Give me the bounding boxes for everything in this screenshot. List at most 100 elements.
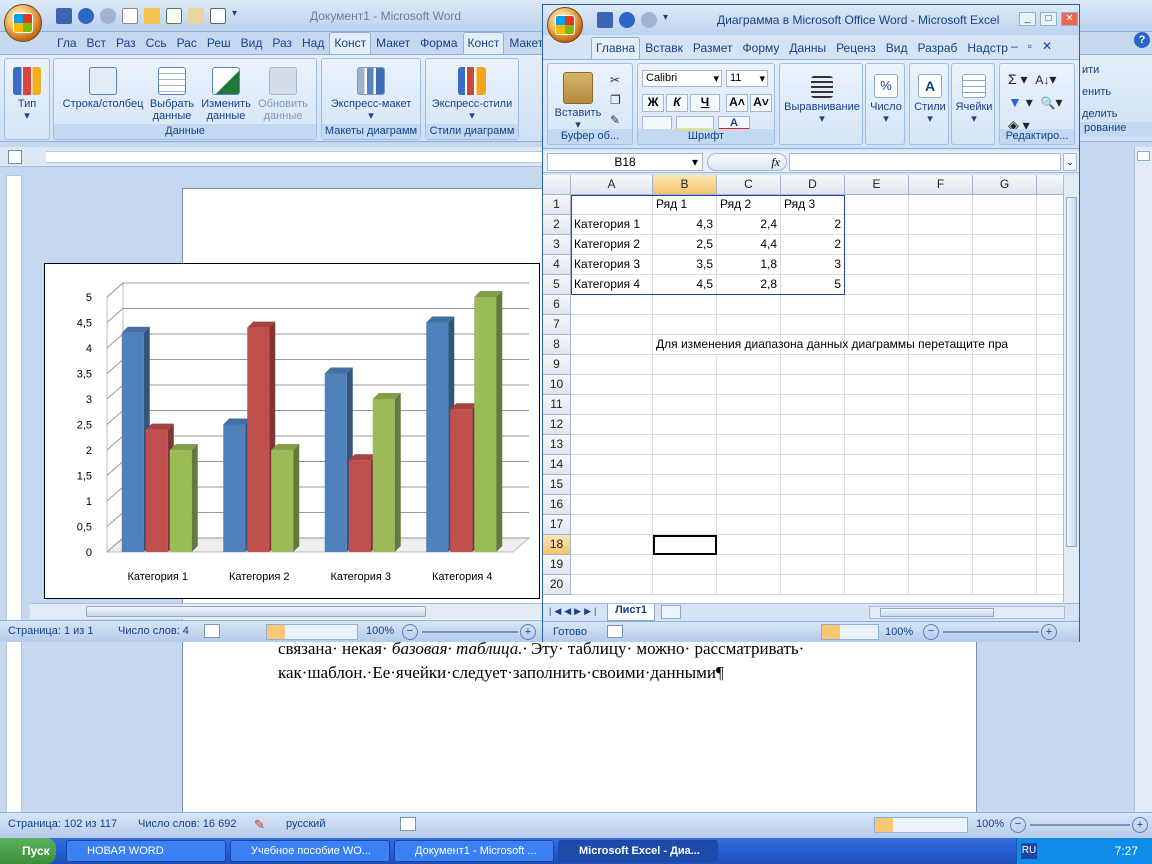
cell-D9[interactable] [781, 355, 845, 375]
cell-G11[interactable] [973, 395, 1037, 415]
workbook-close-icon[interactable]: ✕ [1042, 39, 1052, 53]
excel-save-icon[interactable] [597, 12, 613, 28]
cell-filler[interactable] [1037, 375, 1063, 395]
cell-B13[interactable] [653, 435, 717, 455]
row-header-2[interactable]: 2 [543, 215, 571, 235]
zoom-in-icon[interactable]: + [1132, 817, 1148, 833]
cell-filler[interactable] [1037, 335, 1063, 355]
edit-data-button[interactable]: Изменить данные [200, 63, 252, 122]
word-tab-2[interactable]: Раз [111, 32, 141, 54]
expand-formula-icon[interactable]: ⌄ [1063, 153, 1077, 171]
italic-button[interactable]: К [666, 94, 688, 112]
excel-tab-5[interactable]: Реценз [831, 37, 881, 59]
cell-C9[interactable] [717, 355, 781, 375]
cell-G20[interactable] [973, 575, 1037, 595]
cell-F7[interactable] [909, 315, 973, 335]
zoom-out-icon[interactable]: − [1010, 817, 1026, 833]
cell-filler[interactable] [1037, 575, 1063, 595]
cell-D16[interactable] [781, 495, 845, 515]
cell-B18[interactable] [653, 535, 717, 555]
cell-D10[interactable] [781, 375, 845, 395]
format-painter-icon[interactable]: ✎ [610, 110, 621, 130]
macro-record-icon[interactable] [400, 817, 416, 831]
grow-font-icon[interactable]: A˄ [726, 94, 748, 112]
document-text[interactable]: связана· некая· базовая· таблица.· Эту· … [278, 637, 918, 685]
select-data-button[interactable]: Выбрать данные [146, 63, 198, 122]
cell-C6[interactable] [717, 295, 781, 315]
cell-E17[interactable] [845, 515, 909, 535]
zoom-level[interactable]: 100% [976, 818, 1004, 830]
word-tab-6[interactable]: Вид [236, 32, 268, 54]
row-header-11[interactable]: 11 [543, 395, 571, 415]
cell-G10[interactable] [973, 375, 1037, 395]
excel-vertical-scrollbar[interactable] [1063, 175, 1079, 603]
spelling-icon[interactable] [166, 8, 182, 24]
cell-filler[interactable] [1037, 555, 1063, 575]
excel-tab-6[interactable]: Вид [881, 37, 913, 59]
cell-filler[interactable] [1037, 455, 1063, 475]
row-header-18[interactable]: 18 [543, 535, 571, 555]
cell-G6[interactable] [973, 295, 1037, 315]
autosum-icon[interactable]: Σ [1008, 71, 1017, 87]
cell-G17[interactable] [973, 515, 1037, 535]
font-size-select[interactable]: 11 ▾ [726, 70, 768, 87]
cell-B1[interactable]: Ряд 1 [653, 195, 717, 215]
language-indicator[interactable]: русский [286, 818, 325, 830]
font-name-select[interactable]: Calibri ▾ [642, 70, 722, 87]
word-tab-0[interactable]: Гла [52, 32, 82, 54]
cell-A5[interactable]: Категория 4 [571, 275, 653, 295]
cell-filler[interactable] [1037, 355, 1063, 375]
cell-E1[interactable] [845, 195, 909, 215]
row-header-8[interactable]: 8 [543, 335, 571, 355]
cell-B4[interactable]: 3,5 [653, 255, 717, 275]
cell-A9[interactable] [571, 355, 653, 375]
cell-A10[interactable] [571, 375, 653, 395]
excel-zoom-out-icon[interactable]: − [923, 624, 939, 640]
qat-dropdown-icon[interactable]: ▾ [232, 8, 242, 24]
cell-B19[interactable] [653, 555, 717, 575]
word-tab-8[interactable]: Над [297, 32, 329, 54]
cell-A8[interactable] [571, 335, 653, 355]
cell-A3[interactable]: Категория 2 [571, 235, 653, 255]
excel-hscroll-thumb[interactable] [880, 608, 994, 617]
cell-C20[interactable] [717, 575, 781, 595]
cell-E10[interactable] [845, 375, 909, 395]
word-scroll-thumb[interactable] [86, 606, 426, 617]
cell-F4[interactable] [909, 255, 973, 275]
row-header-5[interactable]: 5 [543, 275, 571, 295]
sheet-tab-1[interactable]: Лист1 [607, 604, 655, 621]
cell-G12[interactable] [973, 415, 1037, 435]
cell-C13[interactable] [717, 435, 781, 455]
row-header-20[interactable]: 20 [543, 575, 571, 595]
cell-filler[interactable] [1037, 435, 1063, 455]
cell-B2[interactable]: 4,3 [653, 215, 717, 235]
inner-word-count[interactable]: Число слов: 4 [118, 625, 189, 637]
row-header-15[interactable]: 15 [543, 475, 571, 495]
edit-icon[interactable] [188, 8, 204, 24]
cell-A12[interactable] [571, 415, 653, 435]
inner-zoom-level[interactable]: 100% [366, 625, 394, 637]
column-header-E[interactable]: E [845, 175, 909, 195]
cell-A1[interactable] [571, 195, 653, 215]
excel-office-button[interactable] [547, 7, 583, 43]
cell-E4[interactable] [845, 255, 909, 275]
cell-E3[interactable] [845, 235, 909, 255]
word-tab-1[interactable]: Вст [82, 32, 112, 54]
cell-filler[interactable] [1037, 295, 1063, 315]
row-header-17[interactable]: 17 [543, 515, 571, 535]
cell-filler[interactable] [1037, 235, 1063, 255]
cell-C16[interactable] [717, 495, 781, 515]
cell-A18[interactable] [571, 535, 653, 555]
save-icon[interactable] [56, 8, 72, 24]
row-header-1[interactable]: 1 [543, 195, 571, 215]
cell-E14[interactable] [845, 455, 909, 475]
cell-A13[interactable] [571, 435, 653, 455]
row-header-4[interactable]: 4 [543, 255, 571, 275]
alignment-button[interactable]: Выравнивание ▾ [780, 68, 864, 125]
cell-B12[interactable] [653, 415, 717, 435]
paste-button[interactable]: Вставить ▾ [550, 68, 606, 131]
fill-icon[interactable]: ▼ [1008, 94, 1022, 110]
inner-proofing-icon[interactable] [204, 624, 220, 638]
excel-tab-7[interactable]: Разраб [913, 37, 963, 59]
cell-G13[interactable] [973, 435, 1037, 455]
